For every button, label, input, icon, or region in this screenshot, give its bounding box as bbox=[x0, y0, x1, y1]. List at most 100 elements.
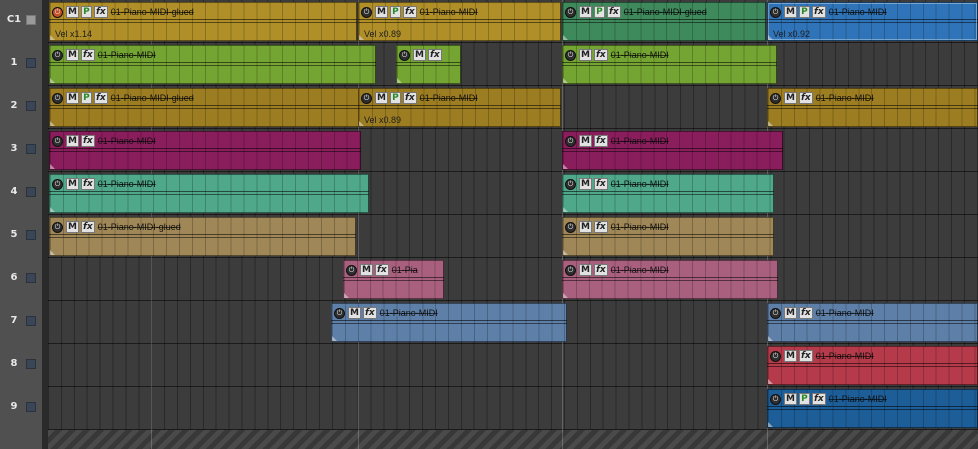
midi-region[interactable]: ⏻ M Pfx 01-Piano-MIDI bbox=[767, 389, 978, 428]
mute-button[interactable]: M bbox=[375, 92, 388, 104]
fx-button[interactable]: fx bbox=[593, 49, 608, 61]
mute-button[interactable]: M bbox=[413, 49, 426, 61]
fx-button[interactable]: fx bbox=[593, 221, 608, 233]
mute-button[interactable]: M bbox=[579, 178, 592, 190]
fx-button[interactable]: fx bbox=[402, 92, 417, 104]
track-select-checkbox[interactable] bbox=[26, 316, 36, 326]
mute-button[interactable]: M bbox=[66, 92, 79, 104]
power-icon[interactable]: ⏻ bbox=[565, 6, 576, 18]
mute-button[interactable]: M bbox=[66, 6, 79, 18]
fx-button[interactable]: fx bbox=[93, 6, 108, 18]
fx-button[interactable]: fx bbox=[362, 307, 377, 319]
power-icon[interactable]: ⏻ bbox=[52, 6, 63, 18]
midi-region[interactable]: ⏻ Mfx 01-Piano-MIDI bbox=[331, 303, 567, 342]
mute-button[interactable]: M bbox=[66, 135, 79, 147]
track-select-checkbox[interactable] bbox=[26, 230, 36, 240]
power-icon[interactable]: ⏻ bbox=[565, 264, 576, 276]
fx-button[interactable]: fx bbox=[811, 6, 826, 18]
track-header-c1[interactable]: C1 bbox=[0, 0, 42, 43]
power-icon[interactable]: ⏻ bbox=[399, 49, 410, 61]
power-icon[interactable]: ⏻ bbox=[770, 6, 781, 18]
midi-region[interactable]: ⏻ Mfx 01-Piano-MIDI bbox=[49, 131, 361, 170]
play-button[interactable]: P bbox=[389, 92, 401, 104]
play-button[interactable]: P bbox=[80, 92, 92, 104]
mute-button[interactable]: M bbox=[375, 6, 388, 18]
midi-region[interactable]: ⏻ M Pfx 01-Piano-MIDI Vel x0.92 bbox=[767, 2, 978, 41]
power-icon[interactable]: ⏻ bbox=[565, 178, 576, 190]
midi-region[interactable]: ⏻ Mfx 01-Piano-MIDI bbox=[49, 45, 376, 84]
track-header-3[interactable]: 3 bbox=[0, 129, 42, 172]
track-header-4[interactable]: 4 bbox=[0, 172, 42, 215]
track-select-checkbox[interactable] bbox=[26, 187, 36, 197]
power-icon[interactable]: ⏻ bbox=[52, 92, 63, 104]
fx-button[interactable]: fx bbox=[374, 264, 389, 276]
power-icon[interactable]: ⏻ bbox=[361, 92, 372, 104]
fx-button[interactable]: fx bbox=[80, 135, 95, 147]
track-header-7[interactable]: 7 bbox=[0, 301, 42, 344]
fx-button[interactable]: fx bbox=[80, 49, 95, 61]
track-header-1[interactable]: 1 bbox=[0, 43, 42, 86]
mute-button[interactable]: M bbox=[784, 393, 797, 405]
track-select-checkbox[interactable] bbox=[26, 402, 36, 412]
midi-region[interactable]: ⏻ M Pfx 01-Piano-MIDI Vel x0.89 bbox=[358, 2, 561, 41]
midi-region[interactable]: ⏻ Mfx 01-Piano-MIDI bbox=[767, 88, 978, 127]
track-select-checkbox[interactable] bbox=[26, 15, 36, 25]
fx-button[interactable]: fx bbox=[593, 178, 608, 190]
mute-button[interactable]: M bbox=[784, 307, 797, 319]
mute-button[interactable]: M bbox=[579, 49, 592, 61]
power-icon[interactable]: ⏻ bbox=[52, 221, 63, 233]
mute-button[interactable]: M bbox=[784, 92, 797, 104]
midi-region[interactable]: ⏻ Mfx 01-Piano-MIDI bbox=[49, 174, 369, 213]
power-icon[interactable]: ⏻ bbox=[770, 393, 781, 405]
power-icon[interactable]: ⏻ bbox=[361, 6, 372, 18]
play-button[interactable]: P bbox=[798, 6, 810, 18]
fx-button[interactable]: fx bbox=[593, 264, 608, 276]
midi-region[interactable]: ⏻ M Pfx 01-Piano-MIDI-glued bbox=[49, 88, 361, 127]
play-button[interactable]: P bbox=[798, 393, 810, 405]
mute-button[interactable]: M bbox=[66, 221, 79, 233]
fx-button[interactable]: fx bbox=[811, 393, 826, 405]
midi-region[interactable]: ⏻ Mfx 01-Piano-MIDI bbox=[562, 131, 783, 170]
midi-region[interactable]: ⏻ M Pfx 01-Piano-MIDI Vel x0.89 bbox=[358, 88, 561, 127]
midi-region[interactable]: ⏻ Mfx 01-Piano-MIDI bbox=[562, 45, 777, 84]
mute-button[interactable]: M bbox=[579, 221, 592, 233]
mute-button[interactable]: M bbox=[579, 6, 592, 18]
track-header-6[interactable]: 6 bbox=[0, 258, 42, 301]
midi-region[interactable]: ⏻ Mfx 01-Piano-MIDI bbox=[767, 303, 978, 342]
power-icon[interactable]: ⏻ bbox=[565, 49, 576, 61]
mute-button[interactable]: M bbox=[66, 178, 79, 190]
power-icon[interactable]: ⏻ bbox=[565, 135, 576, 147]
mute-button[interactable]: M bbox=[66, 49, 79, 61]
midi-region[interactable]: ⏻ Mfx 01-Piano-MIDI bbox=[562, 174, 774, 213]
fx-button[interactable]: fx bbox=[80, 221, 95, 233]
mute-button[interactable]: M bbox=[784, 6, 797, 18]
track-header-8[interactable]: 8 bbox=[0, 344, 42, 387]
fx-button[interactable]: fx bbox=[798, 92, 813, 104]
power-icon[interactable]: ⏻ bbox=[52, 49, 63, 61]
midi-region[interactable]: ⏻ Mfx 01-Pia bbox=[343, 260, 444, 299]
track-select-checkbox[interactable] bbox=[26, 144, 36, 154]
midi-region[interactable]: ⏻ Mfx 01-Piano-MIDI bbox=[562, 217, 774, 256]
track-header-2[interactable]: 2 bbox=[0, 86, 42, 129]
track-select-checkbox[interactable] bbox=[26, 101, 36, 111]
fx-button[interactable]: fx bbox=[593, 135, 608, 147]
play-button[interactable]: P bbox=[389, 6, 401, 18]
fx-button[interactable]: fx bbox=[798, 350, 813, 362]
mute-button[interactable]: M bbox=[579, 264, 592, 276]
midi-region[interactable]: ⏻ Mfx 01-Piano-MIDI bbox=[767, 346, 978, 385]
track-header-9[interactable]: 9 bbox=[0, 387, 42, 430]
midi-region[interactable]: ⏻ M Pfx 01-Piano-MIDI-glued Vel x1.14 bbox=[49, 2, 357, 41]
fx-button[interactable]: fx bbox=[80, 178, 95, 190]
track-select-checkbox[interactable] bbox=[26, 359, 36, 369]
power-icon[interactable]: ⏻ bbox=[52, 135, 63, 147]
fx-button[interactable]: fx bbox=[427, 49, 442, 61]
midi-region[interactable]: ⏻ M Pfx 01-Piano-MIDI-glued bbox=[562, 2, 766, 41]
fx-button[interactable]: fx bbox=[798, 307, 813, 319]
play-button[interactable]: P bbox=[593, 6, 605, 18]
midi-region[interactable]: ⏻ Mfx 01-Piano-MIDI-glued bbox=[49, 217, 356, 256]
power-icon[interactable]: ⏻ bbox=[52, 178, 63, 190]
power-icon[interactable]: ⏻ bbox=[346, 264, 357, 276]
fx-button[interactable]: fx bbox=[93, 92, 108, 104]
mute-button[interactable]: M bbox=[360, 264, 373, 276]
track-select-checkbox[interactable] bbox=[26, 273, 36, 283]
